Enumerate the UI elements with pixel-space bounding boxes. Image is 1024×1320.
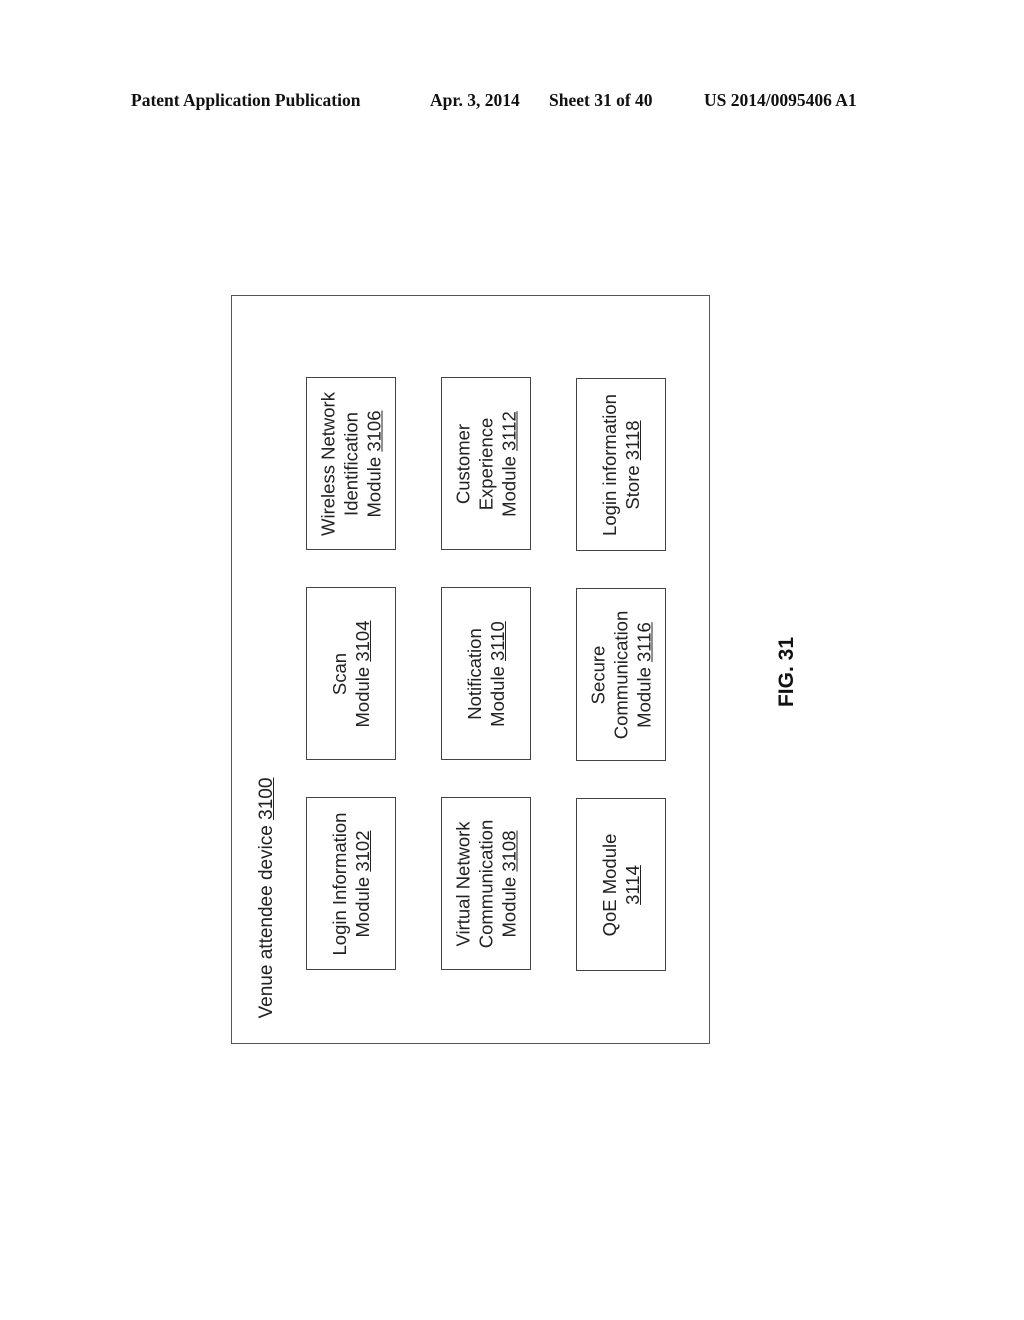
module-name: Experience — [475, 417, 497, 510]
module-name: Wireless Network — [317, 391, 339, 536]
module-text: Customer Experience Module 3112 — [452, 377, 521, 550]
module-name: Scan — [329, 652, 350, 695]
module-line: 3114 — [621, 798, 644, 971]
sheet-number: Sheet 31 of 40 — [549, 90, 653, 110]
module-customer-experience: Customer Experience Module 3112 — [441, 377, 531, 550]
module-line: Login information — [598, 378, 621, 551]
module-name: Store — [622, 464, 643, 510]
module-ref: 3106 — [363, 410, 385, 452]
module-name: Module — [352, 666, 373, 727]
module-line: Module 3102 — [351, 797, 374, 970]
module-line: Identification — [340, 377, 363, 550]
module-line: Communication — [475, 797, 498, 970]
module-line: Scan — [328, 587, 351, 760]
module-line: Module 3116 — [633, 588, 656, 761]
module-ref: 3108 — [498, 830, 520, 872]
module-name: Module — [352, 876, 373, 937]
module-wireless-network-identification: Wireless Network Identification Module 310… — [306, 377, 396, 550]
module-login-information: Login Information Module 3102 — [306, 797, 396, 970]
module-line: Customer — [452, 377, 475, 550]
module-name: Module — [363, 456, 385, 517]
module-ref: 3118 — [622, 419, 643, 460]
module-ref: 3110 — [487, 620, 508, 661]
container-ref: 3100 — [256, 777, 277, 820]
publication-date: Apr. 3, 2014 — [430, 90, 520, 110]
module-line: Wireless Network — [317, 377, 340, 550]
module-line: Module 3112 — [498, 377, 521, 550]
module-line: Module 3110 — [486, 587, 509, 760]
module-text: Wireless Network Identification Module 310… — [317, 377, 386, 550]
module-name: Module — [498, 455, 520, 517]
module-ref: 3112 — [498, 410, 520, 451]
module-name: Virtual Network — [452, 820, 474, 947]
module-name: Notification — [464, 627, 485, 720]
module-name: Identification — [340, 411, 362, 516]
module-line: Module 3108 — [498, 797, 521, 970]
module-line: Communication — [610, 588, 633, 761]
module-ref: 3116 — [633, 621, 655, 662]
patent-header: Patent Application Publication Apr. 3, 2… — [0, 90, 1024, 114]
module-qoe: QoE Module 3114 — [576, 798, 666, 971]
module-text: Virtual Network Communication Module 3108 — [452, 797, 521, 970]
module-text: Notification Module 3110 — [463, 587, 509, 760]
module-scan: Scan Module 3104 — [306, 587, 396, 760]
module-ref: 3114 — [622, 864, 643, 905]
module-name: Module — [487, 665, 508, 727]
module-text: Login Information Module 3102 — [328, 797, 374, 970]
module-name: Module — [498, 876, 520, 937]
module-name: Login Information — [329, 812, 350, 955]
container-label-text: Venue attendee device — [256, 825, 277, 1019]
module-name: Module — [633, 666, 655, 728]
module-name: Login information — [599, 393, 620, 536]
module-login-information-store: Login information Store 3118 — [576, 378, 666, 551]
module-name: Communication — [610, 610, 632, 739]
module-line: Notification — [463, 587, 486, 760]
patent-number: US 2014/0095406 A1 — [704, 90, 857, 110]
figure-label-text: FIG. 31 — [775, 636, 798, 708]
module-ref: 3104 — [352, 620, 373, 662]
module-text: Login information Store 3118 — [598, 378, 644, 551]
module-virtual-network-communication: Virtual Network Communication Module 3108 — [441, 797, 531, 970]
module-line: Module 3104 — [351, 587, 374, 760]
module-text: Scan Module 3104 — [328, 587, 374, 760]
publication-title: Patent Application Publication — [131, 90, 361, 110]
module-line: Virtual Network — [452, 797, 475, 970]
module-line: QoE Module — [598, 798, 621, 971]
module-text: QoE Module 3114 — [598, 798, 644, 971]
module-name: Communication — [475, 819, 497, 948]
module-secure-communication: Secure Communication Module 3116 — [576, 588, 666, 761]
module-name: Customer — [452, 423, 474, 504]
module-line: Secure — [587, 588, 610, 761]
module-line: Experience — [475, 377, 498, 550]
module-name: QoE Module — [599, 833, 620, 936]
module-name: Secure — [587, 645, 609, 704]
module-line: Store 3118 — [621, 378, 644, 551]
module-line: Login Information — [328, 797, 351, 970]
module-line: Module 3106 — [363, 377, 386, 550]
module-notification: Notification Module 3110 — [441, 587, 531, 760]
module-ref: 3102 — [352, 830, 373, 872]
module-text: Secure Communication Module 3116 — [587, 588, 656, 761]
